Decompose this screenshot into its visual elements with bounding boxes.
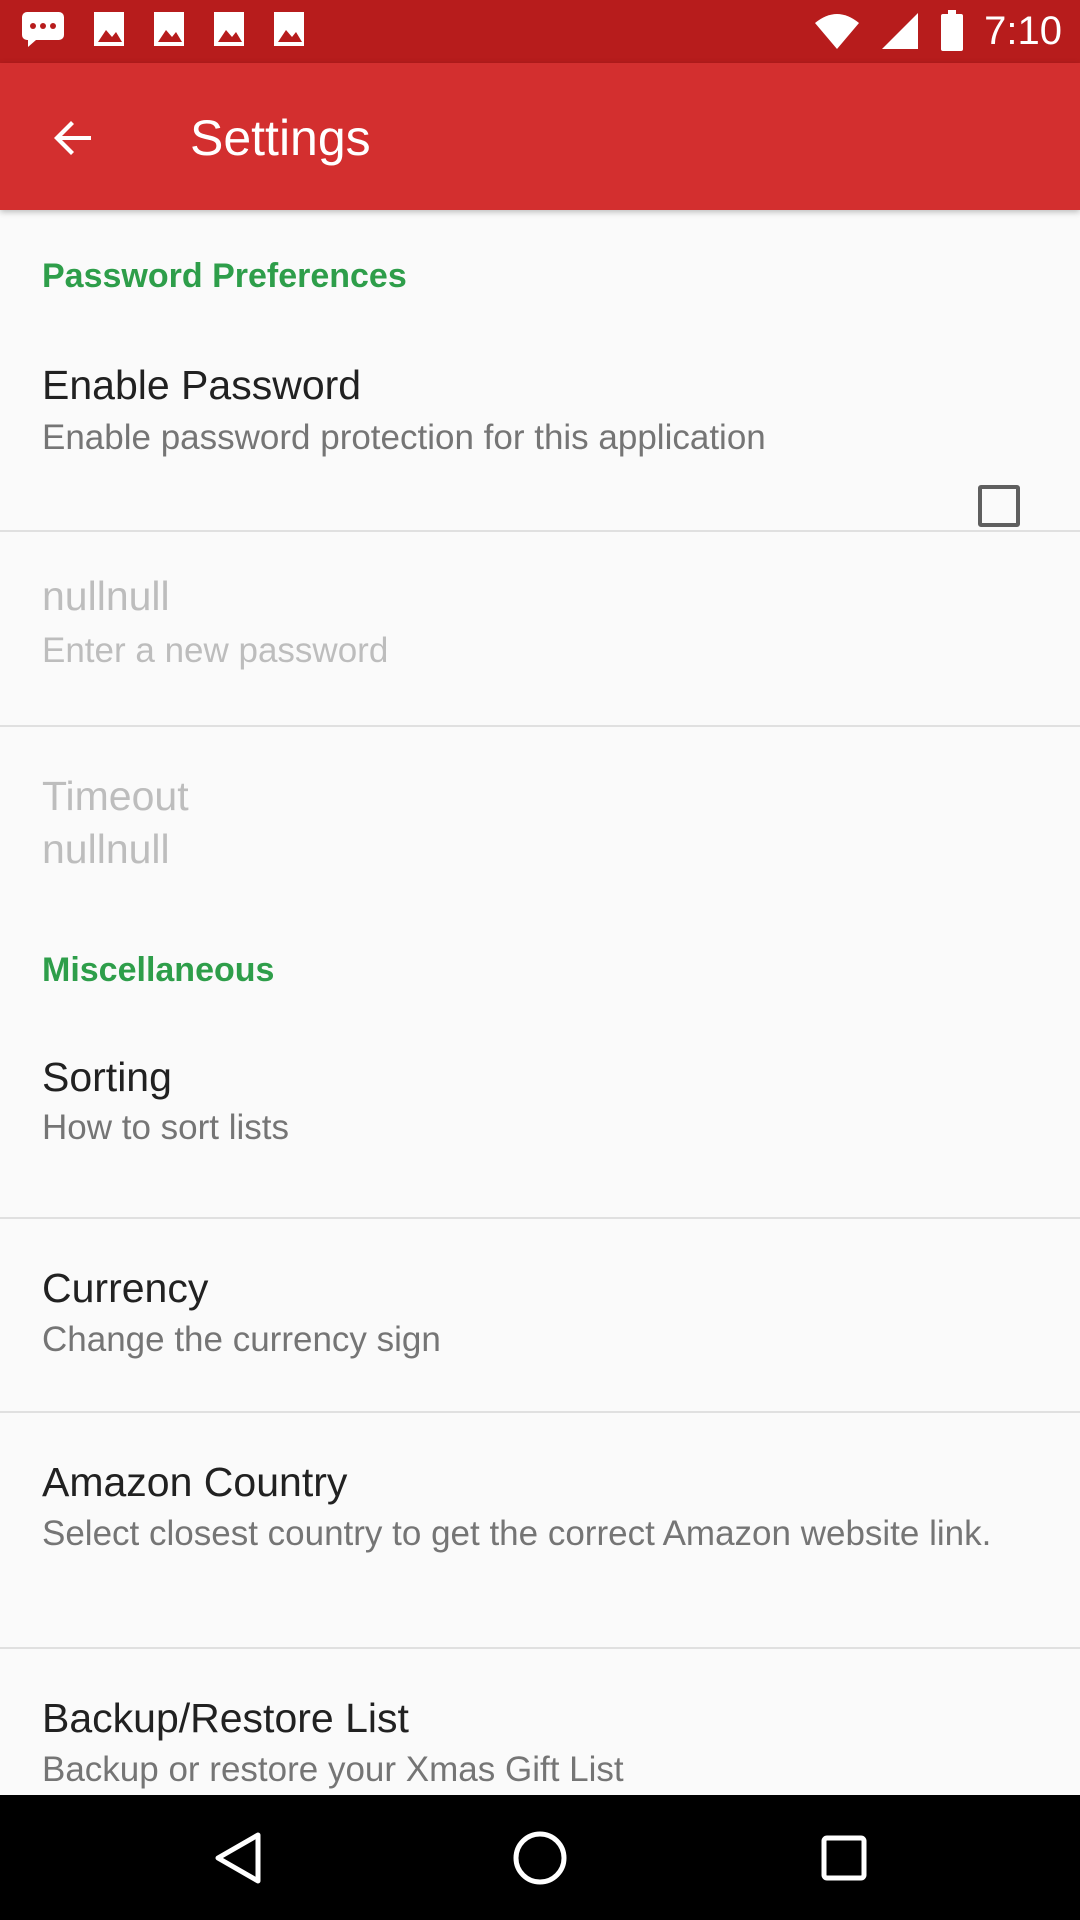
category-miscellaneous: Miscellaneous <box>42 951 275 989</box>
pref-title: Sorting <box>42 1054 172 1100</box>
settings-list: Password Preferences Enable Password Ena… <box>0 210 1080 1839</box>
photo-icon <box>154 12 184 46</box>
photo-icon <box>214 12 244 46</box>
pref-summary: nullnull <box>42 826 170 872</box>
system-icons: 7:10 <box>814 8 1062 54</box>
pref-sorting[interactable]: Sorting How to sort lists <box>0 1023 1080 1217</box>
navigation-bar <box>0 1795 1080 1920</box>
arrow-back-icon <box>54 121 91 155</box>
nav-home-button[interactable] <box>507 1825 573 1891</box>
enable-password-checkbox[interactable] <box>978 485 1020 527</box>
back-triangle-icon <box>215 1832 261 1884</box>
pref-title: nullnull <box>42 573 170 619</box>
nav-recents-button[interactable] <box>811 1825 877 1891</box>
pref-summary: Enable password protection for this appl… <box>42 418 766 457</box>
back-button[interactable] <box>38 103 108 173</box>
message-icon <box>22 12 64 47</box>
pref-enable-password[interactable]: Enable Password Enable password protecti… <box>0 317 1080 530</box>
pref-title: Backup/Restore List <box>42 1695 409 1741</box>
pref-currency[interactable]: Currency Change the currency sign <box>0 1219 1080 1411</box>
app-bar: Settings <box>0 63 1080 210</box>
category-password-preferences: Password Preferences <box>42 257 407 295</box>
nav-back-button[interactable] <box>205 1825 271 1891</box>
pref-title: Timeout <box>42 773 189 819</box>
pref-amazon-country[interactable]: Amazon Country Select closest country to… <box>0 1413 1080 1647</box>
pref-summary: How to sort lists <box>42 1108 289 1147</box>
pref-summary: Select closest country to get the correc… <box>42 1514 992 1553</box>
pref-title: Amazon Country <box>42 1459 348 1505</box>
wifi-icon <box>815 14 860 49</box>
status-bar: 7:10 <box>0 0 1080 63</box>
pref-summary: Backup or restore your Xmas Gift List <box>42 1750 624 1789</box>
photo-icon <box>94 12 124 46</box>
recents-square-icon <box>821 1835 867 1881</box>
battery-icon <box>941 10 964 51</box>
page-title: Settings <box>190 110 371 166</box>
home-circle-icon <box>513 1831 567 1885</box>
pref-summary: Change the currency sign <box>42 1320 441 1359</box>
pref-new-password: nullnull Enter a new password <box>0 532 1080 725</box>
pref-summary: Enter a new password <box>42 631 389 670</box>
pref-timeout: Timeout nullnull <box>0 727 1080 917</box>
notification-icons <box>20 10 306 48</box>
photo-icon <box>274 12 304 46</box>
pref-title: Currency <box>42 1265 209 1311</box>
signal-icon <box>882 13 919 49</box>
clock: 7:10 <box>984 9 1062 53</box>
pref-title: Enable Password <box>42 362 362 408</box>
